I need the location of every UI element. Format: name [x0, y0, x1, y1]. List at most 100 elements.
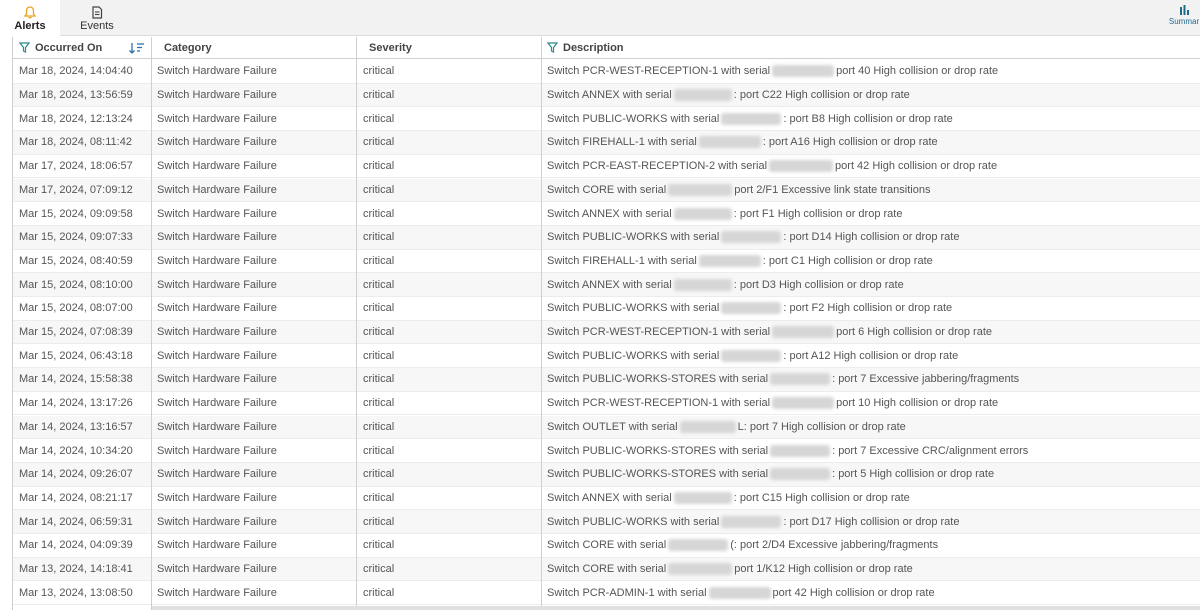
description-cell: Switch ANNEX with serial: port D3 High c… [547, 273, 904, 296]
redacted-serial [772, 65, 835, 78]
severity-cell: critical [363, 444, 395, 457]
description-cell: Switch OUTLET with serial L: port 7 High … [547, 416, 906, 439]
table-row[interactable]: Mar 18, 2024, 14:04:40 Switch Hardware Fa… [12, 60, 1200, 84]
redacted-serial [698, 136, 761, 149]
severity-cell: critical [363, 397, 395, 410]
category-cell: Switch Hardware Failure [157, 468, 277, 481]
table-row[interactable]: Mar 15, 2024, 08:10:00 Switch Hardware Fa… [12, 273, 1200, 297]
table-row[interactable]: Mar 15, 2024, 08:07:00 Switch Hardware Fa… [12, 297, 1200, 321]
column-divider [12, 37, 13, 610]
description-text: : port 7 Excessive CRC/alignment errors [832, 444, 1029, 457]
occurred-on-cell: Mar 13, 2024, 13:08:50 [19, 586, 133, 599]
description-cell: Switch PUBLIC-WORKS-STORES with serial: … [547, 463, 994, 486]
redacted-serial [721, 349, 782, 362]
severity-cell: critical [363, 65, 395, 78]
description-cell: Switch FIREHALL-1 with serial: port C1 H… [547, 250, 933, 273]
occurred-on-cell: Mar 14, 2024, 13:17:26 [19, 397, 133, 410]
table-row[interactable]: Mar 13, 2024, 13:08:50 Switch Hardware Fa… [12, 581, 1200, 606]
table-row[interactable]: Mar 14, 2024, 08:21:17 Switch Hardware Fa… [12, 487, 1200, 511]
redacted-serial [668, 539, 729, 552]
occurred-on-cell: Mar 14, 2024, 09:26:07 [19, 468, 133, 481]
table-row[interactable]: Mar 14, 2024, 06:59:31 Switch Hardware Fa… [12, 510, 1200, 534]
table-row[interactable]: Mar 17, 2024, 18:06:57 Switch Hardware Fa… [12, 155, 1200, 179]
table-row[interactable]: Mar 15, 2024, 06:43:18 Switch Hardware Fa… [12, 344, 1200, 369]
table-row[interactable]: Mar 17, 2024, 07:09:12 Switch Hardware Fa… [12, 178, 1200, 203]
table-row[interactable]: Mar 15, 2024, 07:08:39 Switch Hardware Fa… [12, 320, 1200, 345]
severity-cell: critical [363, 207, 395, 220]
description-text: : port B8 High collision or drop rate [783, 112, 953, 125]
filter-icon[interactable] [547, 42, 558, 53]
severity-cell: critical [363, 373, 395, 386]
category-cell: Switch Hardware Failure [157, 302, 277, 315]
redacted-serial [668, 563, 733, 576]
table-row[interactable]: Mar 14, 2024, 10:34:20 Switch Hardware Fa… [12, 439, 1200, 463]
table-row[interactable]: Mar 14, 2024, 09:26:07 Switch Hardware Fa… [12, 462, 1200, 487]
category-cell: Switch Hardware Failure [157, 586, 277, 599]
category-cell: Switch Hardware Failure [157, 491, 277, 504]
occurred-on-cell: Mar 14, 2024, 04:09:39 [19, 539, 133, 552]
bell-icon [23, 6, 37, 19]
column-header-occurred-on[interactable]: Occurred On [12, 37, 152, 59]
occurred-on-cell: Mar 18, 2024, 08:11:42 [19, 136, 132, 149]
description-cell: Switch ANNEX with serial: port F1 High c… [547, 202, 902, 225]
description-cell: Switch PUBLIC-WORKS-STORES with serial : … [547, 439, 1028, 462]
table-row[interactable]: Mar 15, 2024, 09:09:58 Switch Hardware Fa… [12, 202, 1200, 226]
table-row[interactable]: Mar 13, 2024, 14:18:41 Switch Hardware Fa… [12, 557, 1200, 582]
tab-alerts[interactable]: Alerts [0, 0, 60, 37]
redacted-serial [673, 89, 732, 102]
occurred-on-cell: Mar 15, 2024, 07:08:39 [19, 326, 133, 339]
occurred-on-cell: Mar 14, 2024, 08:21:17 [19, 491, 133, 504]
table-row[interactable]: Mar 18, 2024, 08:11:42 Switch Hardware Fa… [12, 131, 1200, 155]
category-cell: Switch Hardware Failure [157, 160, 277, 173]
description-text: L: port 7 High collision or drop rate [737, 420, 906, 433]
column-header-severity[interactable]: Severity [357, 37, 542, 59]
table-row[interactable]: Mar 14, 2024, 15:58:38 Switch Hardware Fa… [12, 368, 1200, 392]
sort-descending-icon[interactable] [129, 42, 145, 54]
filter-icon[interactable] [19, 42, 30, 53]
column-label-occurred-on: Occurred On [35, 41, 103, 54]
tab-summary[interactable]: Summar [1162, 4, 1200, 32]
table-row[interactable]: Mar 15, 2024, 08:40:59 Switch Hardware Fa… [12, 250, 1200, 274]
severity-cell: critical [363, 231, 395, 244]
description-text: : port 7 Excessive jabbering/fragments [832, 373, 1020, 386]
horizontal-scrollbar[interactable] [152, 606, 1200, 610]
description-text: Switch PCR-WEST-RECEPTION-1 with serial [547, 326, 771, 339]
description-text: : port 5 High collision or drop rate [832, 468, 995, 481]
occurred-on-cell: Mar 17, 2024, 07:09:12 [19, 183, 133, 196]
description-cell: Switch FIREHALL-1 with serial: port A16 … [547, 131, 938, 154]
redacted-serial [708, 586, 771, 599]
table-row[interactable]: Mar 15, 2024, 09:07:33 Switch Hardware Fa… [12, 225, 1200, 250]
category-cell: Switch Hardware Failure [157, 65, 277, 78]
occurred-on-cell: Mar 14, 2024, 15:58:38 [19, 373, 133, 386]
description-cell: Switch PCR-WEST-RECEPTION-1 with serial p… [547, 321, 992, 344]
description-cell: Switch PCR-EAST-RECEPTION-2 with serial p… [547, 155, 997, 178]
occurred-on-cell: Mar 13, 2024, 14:18:41 [19, 563, 133, 576]
description-text: Switch PUBLIC-WORKS-STORES with serial [547, 444, 769, 457]
category-cell: Switch Hardware Failure [157, 254, 277, 267]
occurred-on-cell: Mar 18, 2024, 12:13:24 [19, 112, 133, 125]
table-row[interactable]: Mar 14, 2024, 04:09:39 Switch Hardware Fa… [12, 534, 1200, 558]
column-header-category[interactable]: Category [152, 37, 357, 59]
redacted-serial [668, 183, 733, 196]
occurred-on-cell: Mar 14, 2024, 10:34:20 [19, 444, 133, 457]
redacted-serial [721, 515, 782, 528]
table-row[interactable]: Mar 18, 2024, 13:56:59 Switch Hardware Fa… [12, 83, 1200, 108]
category-cell: Switch Hardware Failure [157, 349, 277, 362]
table-row[interactable]: Mar 14, 2024, 13:16:57 Switch Hardware Fa… [12, 415, 1200, 440]
table-row[interactable]: Mar 14, 2024, 13:17:26 Switch Hardware Fa… [12, 392, 1200, 416]
description-text: port 6 High collision or drop rate [836, 326, 993, 339]
severity-cell: critical [363, 112, 395, 125]
occurred-on-cell: Mar 15, 2024, 06:43:18 [19, 349, 133, 362]
column-header-description[interactable]: Description [542, 37, 1200, 59]
description-text: port 2/F1 Excessive link state transitio… [734, 183, 931, 196]
redacted-serial [673, 278, 732, 291]
category-cell: Switch Hardware Failure [157, 136, 277, 149]
tab-events[interactable]: Events [64, 0, 130, 36]
description-text: Switch ANNEX with serial [547, 89, 672, 102]
tab-summary-label: Summar [1168, 17, 1200, 26]
description-cell: Switch PUBLIC-WORKS with serial: port D1… [547, 510, 959, 533]
table-row[interactable]: Mar 18, 2024, 12:13:24 Switch Hardware Fa… [12, 107, 1200, 132]
occurred-on-cell: Mar 18, 2024, 14:04:40 [19, 65, 133, 78]
severity-cell: critical [363, 349, 395, 362]
description-text: Switch FIREHALL-1 with serial [547, 254, 697, 267]
